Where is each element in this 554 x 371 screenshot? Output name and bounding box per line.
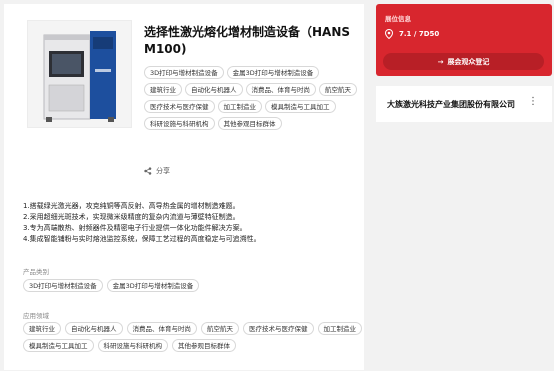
company-name[interactable]: 大族激光科技产业集团股份有限公司 bbox=[387, 99, 515, 110]
product-tag-list: 3D打印与增材制造设备 金属3D打印与增材制造设备 建筑行业 自动化与机器人 消… bbox=[144, 66, 359, 130]
machine-illustration bbox=[43, 31, 116, 122]
category-heading: 产品类别 bbox=[23, 268, 49, 276]
register-button-label: 展会观众登记 bbox=[447, 57, 490, 66]
application-heading: 应用领域 bbox=[23, 312, 49, 320]
description-line: 3.专为高端散热、射频器件及精密电子行业提供一体化功能件解决方案。 bbox=[23, 224, 247, 232]
application-tag[interactable]: 航空航天 bbox=[201, 322, 239, 335]
product-tag[interactable]: 消费品、体育与时尚 bbox=[245, 83, 316, 96]
product-image bbox=[27, 20, 132, 128]
booth-location-text: 7.1 / 7D50 bbox=[399, 30, 440, 38]
location-pin-icon bbox=[385, 29, 393, 39]
product-tag[interactable]: 金属3D打印与增材制造设备 bbox=[226, 66, 320, 79]
product-tag[interactable]: 加工制造业 bbox=[217, 100, 262, 113]
application-tag[interactable]: 建筑行业 bbox=[23, 322, 61, 335]
product-tag[interactable]: 建筑行业 bbox=[144, 83, 182, 96]
booth-info-label: 展位信息 bbox=[385, 15, 411, 23]
application-tag-list: 建筑行业 自动化与机器人 消费品、体育与时尚 航空航天 医疗技术与医疗保健 加工… bbox=[23, 322, 363, 352]
company-card[interactable]: 大族激光科技产业集团股份有限公司 ⋮ bbox=[376, 86, 552, 122]
share-button[interactable]: 分享 bbox=[144, 166, 170, 176]
product-tag[interactable]: 科研设施与科研机构 bbox=[144, 117, 215, 130]
booth-location: 7.1 / 7D50 bbox=[385, 29, 439, 39]
description-line: 2.采用超细光斑技术，实现微米级精度的复杂内流道与薄壁特征制造。 bbox=[23, 213, 240, 221]
product-tag[interactable]: 自动化与机器人 bbox=[185, 83, 243, 96]
booth-info-card: 展位信息 7.1 / 7D50 → 展会观众登记 bbox=[376, 4, 552, 76]
application-tag[interactable]: 科研设施与科研机构 bbox=[97, 339, 168, 352]
description-line: 1.搭载绿光激光器，攻克纯铜等高反射、高导热金属的增材制造难题。 bbox=[23, 202, 240, 210]
product-tag[interactable]: 模具制造与工具加工 bbox=[265, 100, 336, 113]
product-tag[interactable]: 3D打印与增材制造设备 bbox=[144, 66, 224, 79]
category-tag[interactable]: 3D打印与增材制造设备 bbox=[23, 279, 103, 292]
product-tag[interactable]: 航空航天 bbox=[319, 83, 357, 96]
product-title: 选择性激光熔化增材制造设备（HANS M100) bbox=[144, 25, 351, 56]
application-tag[interactable]: 自动化与机器人 bbox=[65, 322, 123, 335]
product-tag[interactable]: 医疗技术与医疗保健 bbox=[144, 100, 215, 113]
application-tag[interactable]: 医疗技术与医疗保健 bbox=[243, 322, 314, 335]
share-label: 分享 bbox=[156, 167, 170, 175]
product-description: 1.搭载绿光激光器，攻克纯铜等高反射、高导热金属的增材制造难题。 2.采用超细光… bbox=[23, 201, 358, 245]
application-tag[interactable]: 其他参观目标群体 bbox=[172, 339, 236, 352]
application-tag[interactable]: 加工制造业 bbox=[317, 322, 362, 335]
product-panel: 选择性激光熔化增材制造设备（HANS M100) 3D打印与增材制造设备 金属3… bbox=[4, 4, 364, 370]
share-icon bbox=[144, 167, 152, 175]
more-options-icon[interactable]: ⋮ bbox=[528, 96, 538, 107]
arrow-right-icon: → bbox=[437, 57, 444, 66]
description-line: 4.集成智能铺粉与实时熔池监控系统，保障工艺过程的高度稳定与可追溯性。 bbox=[23, 235, 261, 243]
category-tag-list: 3D打印与增材制造设备 金属3D打印与增材制造设备 bbox=[23, 279, 363, 292]
application-tag[interactable]: 模具制造与工具加工 bbox=[23, 339, 94, 352]
category-tag[interactable]: 金属3D打印与增材制造设备 bbox=[106, 279, 200, 292]
product-tag[interactable]: 其他参观目标群体 bbox=[217, 117, 282, 130]
register-button[interactable]: → 展会观众登记 bbox=[383, 53, 544, 70]
application-tag[interactable]: 消费品、体育与时尚 bbox=[126, 322, 197, 335]
